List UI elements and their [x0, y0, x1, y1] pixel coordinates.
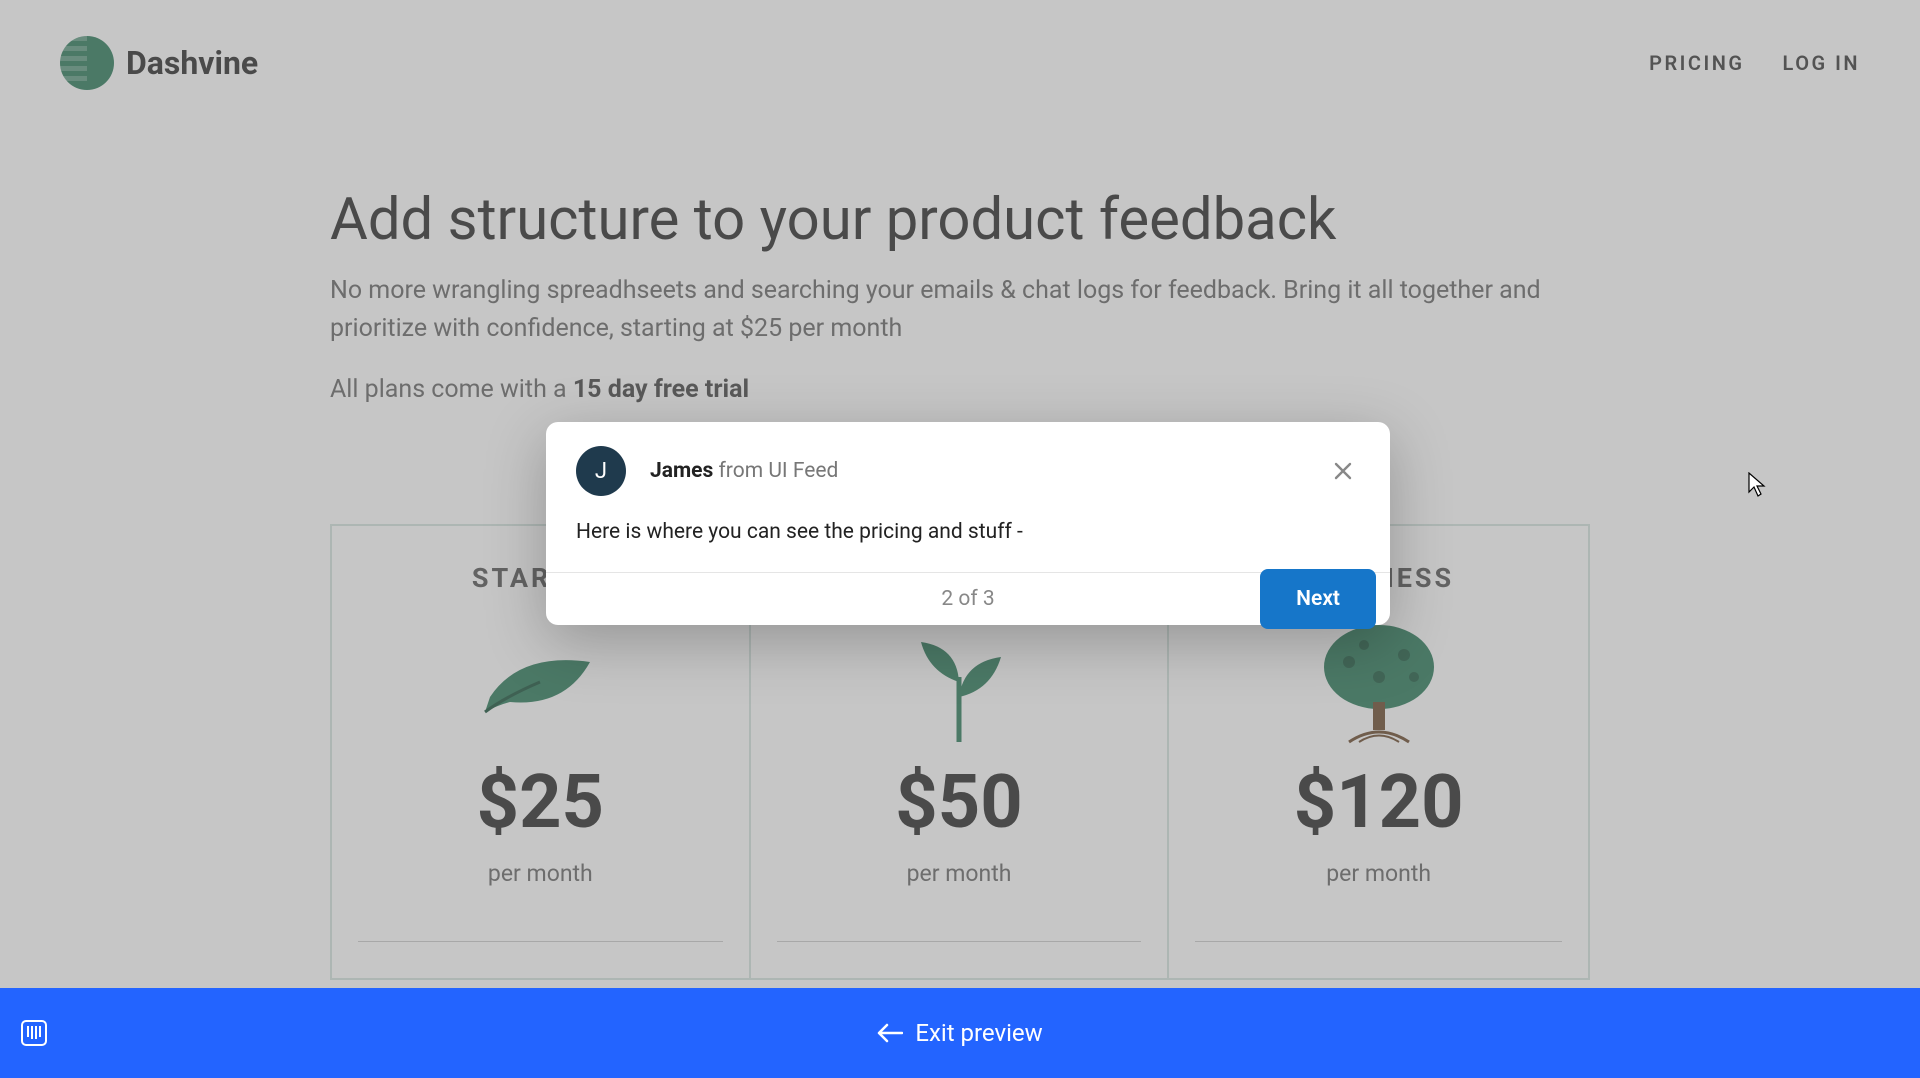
- tour-header: J James from UI Feed: [546, 422, 1390, 496]
- author-avatar: J: [576, 446, 626, 496]
- intercom-icon[interactable]: [20, 1019, 48, 1047]
- preview-bar: Exit preview: [0, 988, 1920, 1078]
- author-name: James: [650, 459, 713, 483]
- exit-preview-label: Exit preview: [915, 1019, 1042, 1047]
- arrow-left-icon: [877, 1023, 903, 1043]
- tour-author: James from UI Feed: [650, 459, 838, 483]
- tour-card: J James from UI Feed Here is where you c…: [546, 422, 1390, 625]
- next-button[interactable]: Next: [1260, 569, 1376, 629]
- close-icon[interactable]: [1326, 454, 1360, 488]
- exit-preview-button[interactable]: Exit preview: [877, 1019, 1042, 1047]
- step-indicator: 2 of 3: [941, 587, 994, 611]
- author-from: from UI Feed: [713, 459, 838, 483]
- tour-body: Here is where you can see the pricing an…: [546, 496, 1390, 572]
- tour-footer: 2 of 3 Next: [546, 572, 1390, 625]
